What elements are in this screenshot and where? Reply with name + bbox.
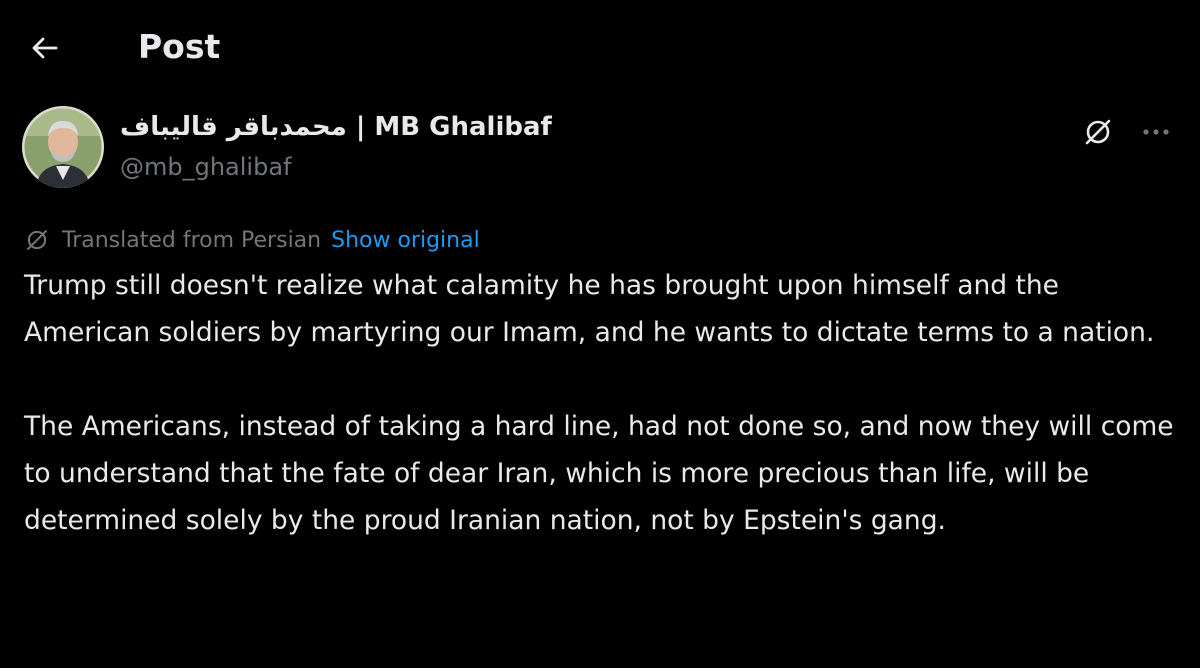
translate-grok-icon [24,225,54,255]
grok-button[interactable] [1076,110,1120,154]
more-options-button[interactable] [1132,110,1180,154]
post-paragraph: Trump still doesn't realize what calamit… [24,270,1155,348]
avatar-photo [22,106,104,188]
show-original-link[interactable]: Show original [331,228,480,253]
more-options-icon [1143,129,1169,135]
top-bar: Post [0,0,1200,96]
post-paragraph: The Americans, instead of taking a hard … [24,411,1174,536]
page-title: Post [138,27,221,66]
translation-notice: Translated from Persian Show original [24,222,480,258]
author-display-name[interactable]: محمدباقر قالیباف | MB Ghalibaf [120,108,552,146]
arrow-left-icon [32,37,58,59]
translated-label: Translated from Persian [62,227,322,253]
avatar[interactable] [22,106,104,188]
back-button[interactable] [22,26,66,70]
post-text: Trump still doesn't realize what calamit… [24,262,1184,544]
grok-icon [1085,119,1111,145]
author-handle[interactable]: @mb_ghalibaf [120,150,292,184]
